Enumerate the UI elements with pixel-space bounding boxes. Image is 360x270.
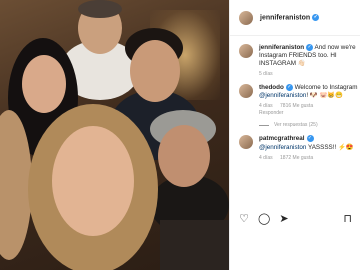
view-replies-button[interactable]: Ver respuestas (25) bbox=[259, 121, 359, 129]
comment-likes[interactable]: 1872 Me gusta bbox=[280, 155, 313, 161]
avatar[interactable] bbox=[239, 135, 253, 150]
comment-text-end: ! 🐶 🐷😸😁 bbox=[306, 92, 343, 100]
comment-meta: 4 días 7816 Me gusta Responder bbox=[259, 103, 359, 117]
comment-likes[interactable]: 7816 Me gusta bbox=[280, 103, 313, 109]
avatar[interactable] bbox=[239, 44, 253, 58]
comment-body: jenniferaniston ✓ And now we're Instagram… bbox=[259, 44, 359, 78]
comment-body: thedodo ✓ Welcome to Instagram @jennifera… bbox=[259, 84, 359, 129]
comment-text-end: YASSSS!! ⚡😍 bbox=[306, 143, 354, 151]
share-icon[interactable]: ➤ bbox=[278, 213, 290, 225]
comment-item: patmcgrathreal ✓ @jenniferaniston YASSSS!… bbox=[239, 135, 360, 161]
comment-time[interactable]: 4 días bbox=[259, 103, 273, 109]
comment-time[interactable]: 5 días bbox=[259, 71, 273, 77]
comment-text: Welcome to Instagram bbox=[294, 84, 358, 92]
header-username[interactable]: jenniferaniston ✓ bbox=[260, 13, 320, 21]
verified-icon: ✓ bbox=[285, 84, 293, 92]
username-text[interactable]: jenniferaniston bbox=[260, 14, 310, 21]
comment-username[interactable]: jenniferaniston bbox=[259, 44, 304, 51]
comments-list: jenniferaniston ✓ And now we're Instagram… bbox=[230, 36, 360, 162]
avatar[interactable] bbox=[239, 10, 253, 25]
person-face bbox=[52, 126, 134, 236]
comment-username[interactable]: patmcgrathreal bbox=[259, 136, 305, 143]
divider bbox=[259, 124, 269, 126]
post-photo[interactable] bbox=[0, 0, 229, 270]
mention-link[interactable]: @jenniferaniston bbox=[259, 92, 306, 99]
caption-comment: jenniferaniston ✓ And now we're Instagram… bbox=[239, 44, 360, 78]
comment-meta: 4 días 1872 Me gusta bbox=[259, 155, 359, 162]
comment-time[interactable]: 4 días bbox=[259, 155, 273, 161]
person-hair bbox=[78, 0, 122, 18]
comment-username[interactable]: thedodo bbox=[259, 84, 284, 91]
post-actions: ♡ ◯ ➤ bbox=[238, 213, 298, 225]
bookmark-icon[interactable]: ⊓ bbox=[343, 213, 352, 225]
verified-icon: ✓ bbox=[306, 135, 314, 143]
verified-icon: ✓ bbox=[306, 44, 314, 51]
comment-body: patmcgrathreal ✓ @jenniferaniston YASSSS!… bbox=[259, 135, 359, 161]
person-face bbox=[22, 55, 66, 113]
person-face bbox=[158, 125, 210, 187]
view-replies-label[interactable]: Ver respuestas (25) bbox=[274, 121, 318, 129]
post-header: jenniferaniston ✓ bbox=[230, 0, 360, 36]
avatar[interactable] bbox=[239, 84, 253, 99]
like-icon[interactable]: ♡ bbox=[238, 213, 250, 225]
mention-link[interactable]: @jenniferaniston bbox=[259, 144, 306, 151]
table bbox=[160, 220, 229, 270]
comment-icon[interactable]: ◯ bbox=[258, 213, 270, 225]
person-face bbox=[130, 40, 180, 102]
reply-button[interactable]: Responder bbox=[259, 110, 353, 117]
post-side-panel: jenniferaniston ✓ jenniferaniston ✓ And no… bbox=[229, 0, 360, 270]
verified-icon: ✓ bbox=[312, 13, 320, 21]
comment-item: thedodo ✓ Welcome to Instagram @jennifera… bbox=[239, 84, 360, 129]
comment-meta: 5 días bbox=[259, 71, 359, 78]
